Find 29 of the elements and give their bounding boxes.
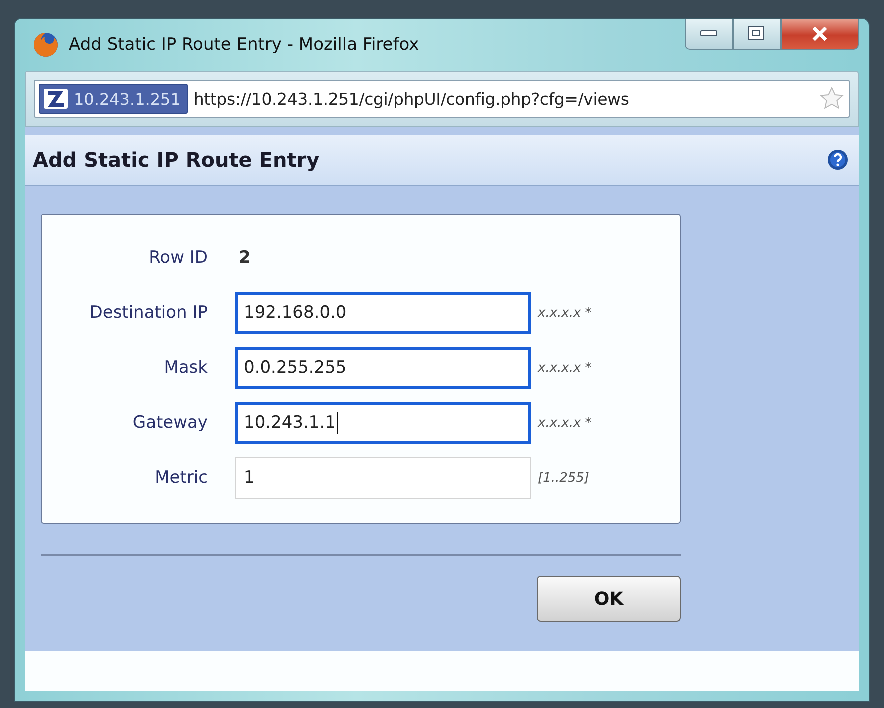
help-icon[interactable] xyxy=(827,149,849,171)
close-button[interactable] xyxy=(781,19,859,50)
close-icon xyxy=(812,27,828,41)
browser-icon xyxy=(33,32,59,58)
minimize-button[interactable] xyxy=(685,19,733,50)
row-id-value: 2 xyxy=(238,247,252,270)
address-bar[interactable]: 10.243.1.251 https://10.243.1.251/cgi/phpUI/config.php?cfg=/views xyxy=(34,80,850,118)
dialog-title: Add Static IP Route Entry xyxy=(33,148,321,172)
star-icon[interactable] xyxy=(819,86,845,112)
field-label: Gateway xyxy=(132,413,209,433)
input-field[interactable]: 0.0.255.255 xyxy=(235,347,531,389)
field-label: Metric xyxy=(154,468,209,488)
site-identity-button[interactable]: 10.243.1.251 xyxy=(39,84,188,114)
ok-button[interactable]: OK xyxy=(537,576,681,622)
maximize-button[interactable] xyxy=(733,19,781,50)
field-label: Mask xyxy=(163,358,209,378)
input-field[interactable]: 10.243.1.1 xyxy=(235,402,531,444)
input-field[interactable]: 1 xyxy=(235,457,531,499)
format-hint: [1..255] xyxy=(537,470,590,486)
minimize-icon xyxy=(700,30,718,38)
field-label: Destination IP xyxy=(88,303,209,323)
format-hint: x.x.x.x * xyxy=(536,360,593,376)
field-label: Row ID xyxy=(148,248,209,268)
maximize-icon xyxy=(748,26,766,42)
format-hint: x.x.x.x * xyxy=(536,416,593,430)
site-icon xyxy=(44,89,68,109)
format-hint: x.x.x.x * xyxy=(536,306,593,320)
input-field[interactable]: 192.168.0.0 xyxy=(235,292,531,334)
window-title: Add Static IP Route Entry - Mozilla Firefox xyxy=(69,35,420,55)
